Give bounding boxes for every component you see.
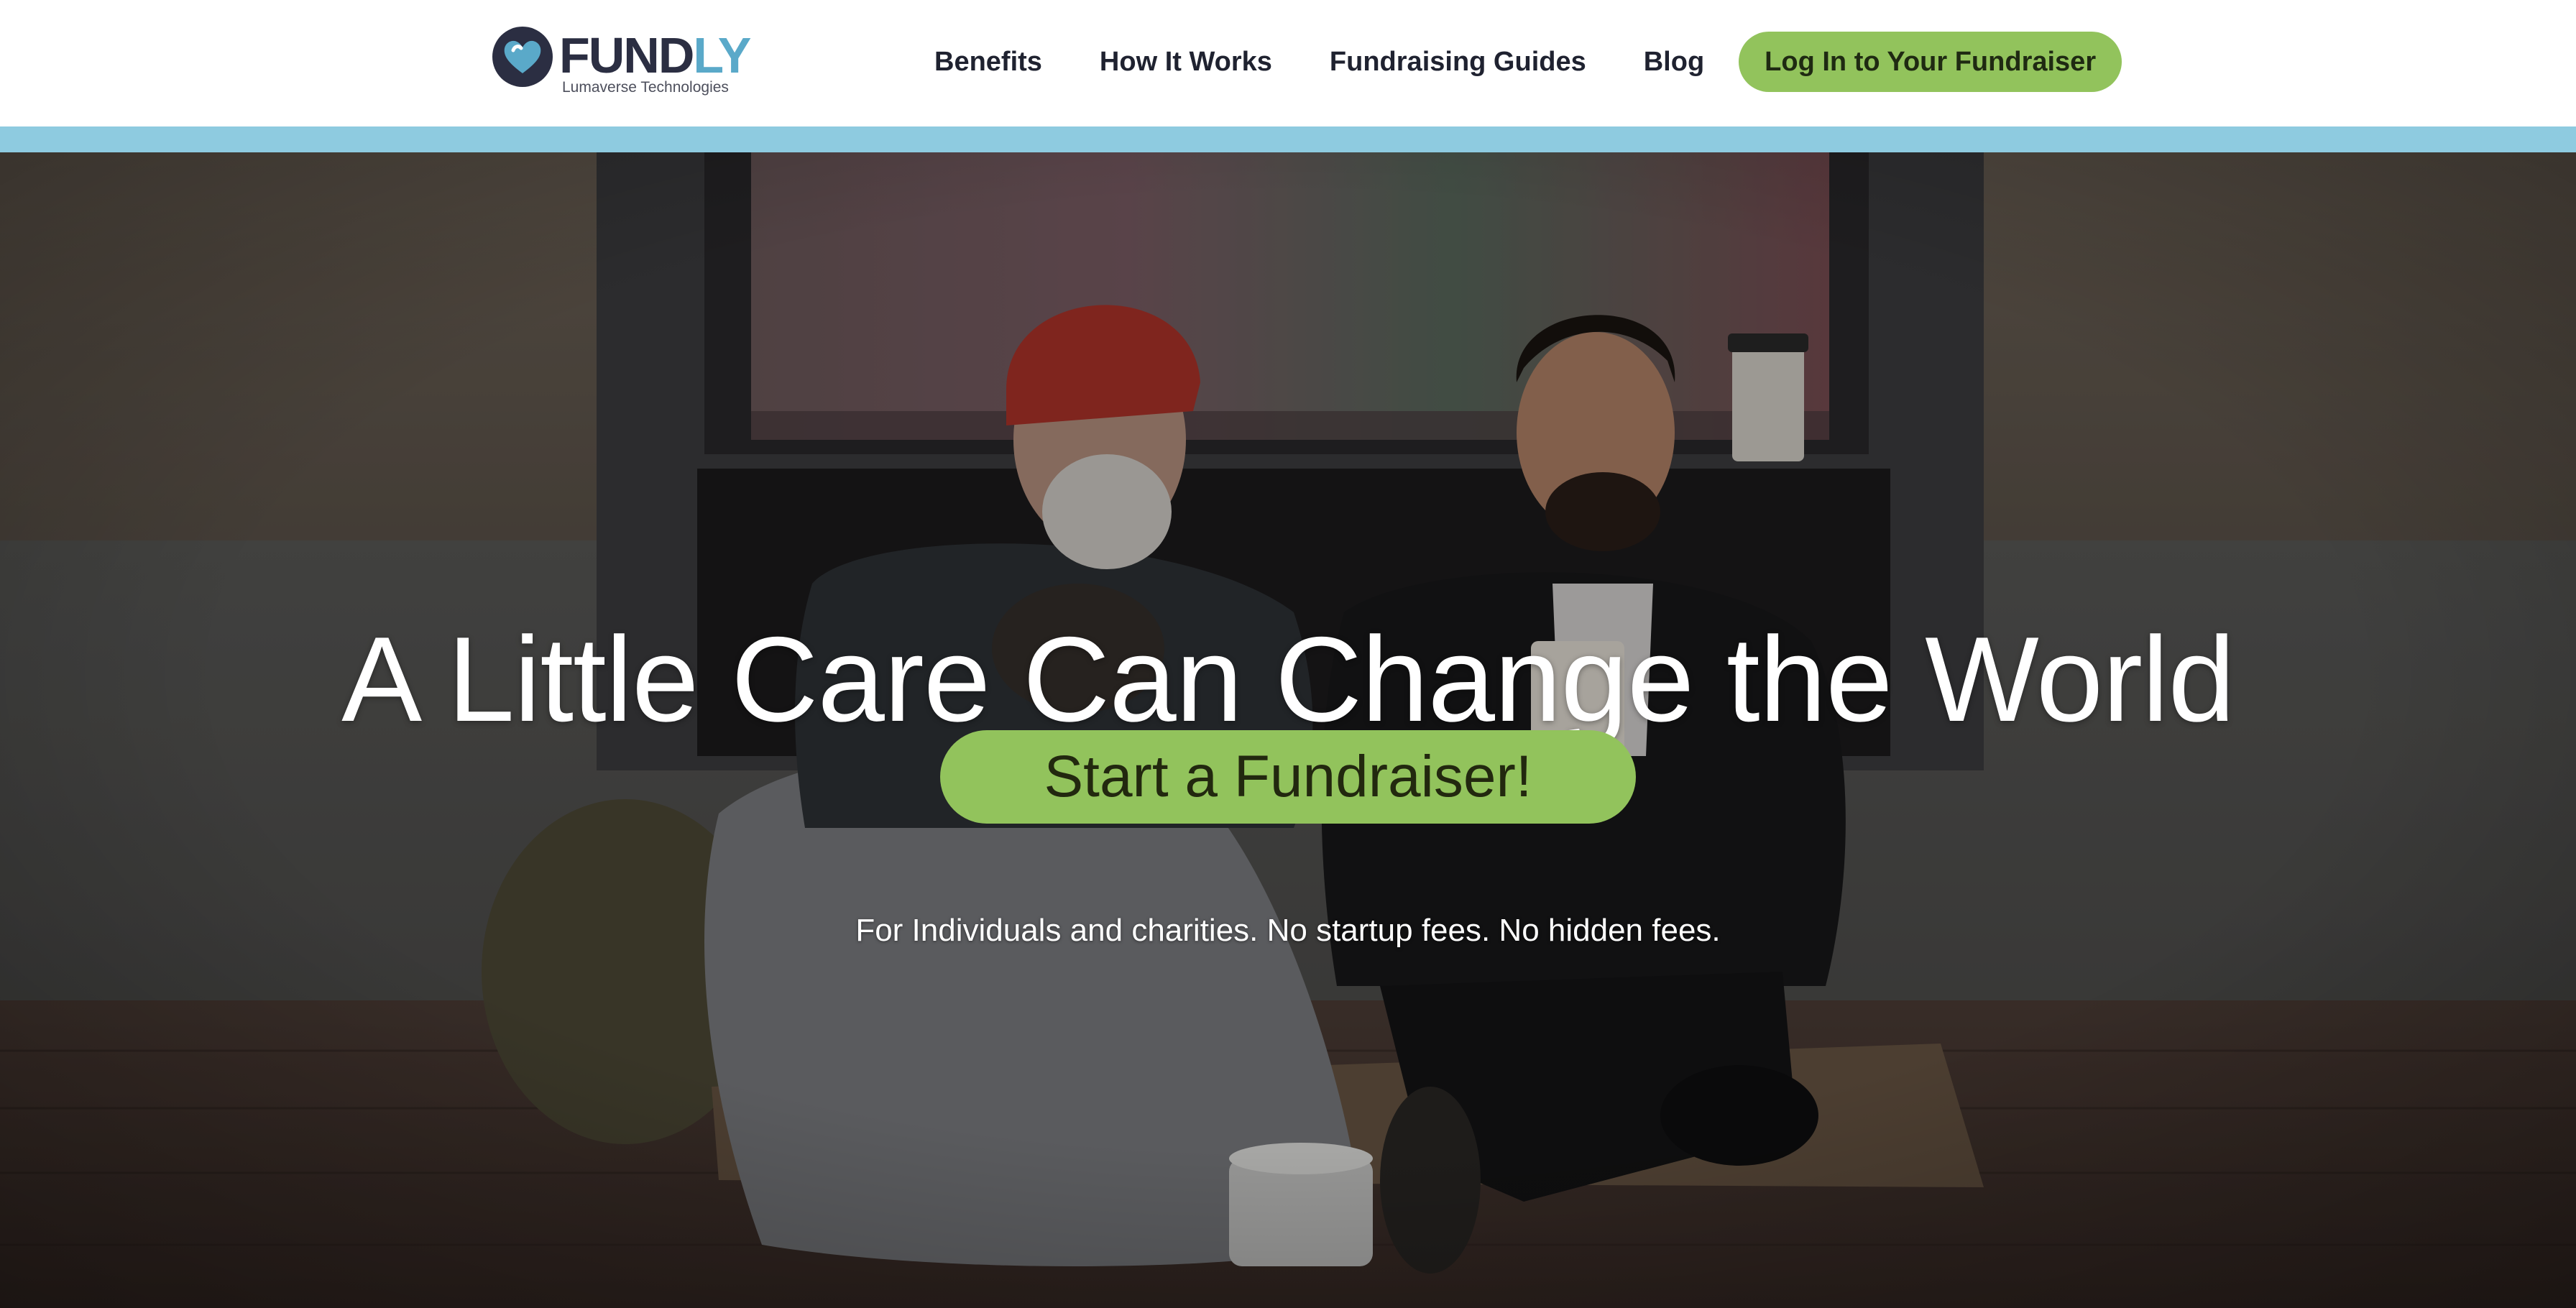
logo-text-main: FUND	[559, 27, 694, 83]
logo-subtitle: Lumaverse Technologies	[562, 79, 729, 96]
site-header: FUNDLY Lumaverse Technologies Benefits H…	[0, 0, 2576, 126]
logo-text-accent: LY	[693, 27, 751, 83]
hero-title: A Little Care Can Change the World	[341, 611, 2235, 747]
header-accent-bar	[0, 126, 2576, 152]
hero-subtitle: For Individuals and charities. No startu…	[855, 913, 1721, 948]
hero-content: A Little Care Can Change the World Start…	[0, 152, 2576, 1308]
hero-section: A Little Care Can Change the World Start…	[0, 152, 2576, 1308]
heart-in-circle-icon	[492, 27, 553, 87]
logo-wordmark: FUNDLY	[559, 27, 751, 83]
nav-link-blog[interactable]: Blog	[1644, 47, 1704, 78]
login-button[interactable]: Log In to Your Fundraiser	[1739, 32, 2122, 92]
start-fundraiser-button[interactable]: Start a Fundraiser!	[940, 730, 1636, 824]
nav-link-fundraising-guides[interactable]: Fundraising Guides	[1330, 47, 1586, 78]
nav-link-how-it-works[interactable]: How It Works	[1100, 47, 1272, 78]
nav-link-benefits[interactable]: Benefits	[934, 47, 1042, 78]
main-nav: Benefits How It Works Fundraising Guides…	[934, 32, 2122, 92]
fundly-logo[interactable]: FUNDLY Lumaverse Technologies	[492, 24, 751, 101]
